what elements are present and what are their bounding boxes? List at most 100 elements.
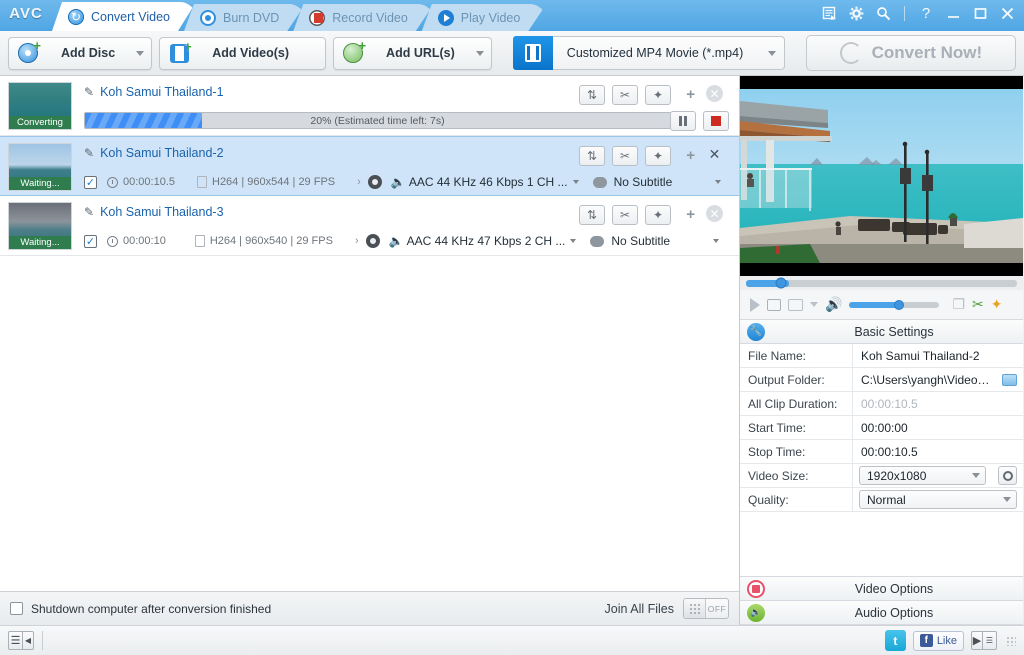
chevron-down-icon[interactable] bbox=[713, 239, 719, 243]
wrench-icon bbox=[747, 323, 765, 341]
resize-grip[interactable] bbox=[1006, 636, 1016, 646]
video-size-select[interactable]: 1920x1080 bbox=[859, 466, 986, 485]
setting-value[interactable]: 00:00:00 bbox=[853, 421, 1023, 435]
seek-handle[interactable] bbox=[776, 278, 787, 289]
facebook-like-button[interactable]: f Like bbox=[913, 631, 964, 651]
subtitle-value[interactable]: No Subtitle bbox=[611, 234, 670, 248]
setting-value[interactable]: C:\Users\yangh\Videos... bbox=[853, 373, 1023, 387]
tab-record-video[interactable]: Record Video bbox=[293, 4, 434, 31]
convert-arrows-icon[interactable]: ⇅ bbox=[579, 146, 605, 166]
crop-icon[interactable]: ❐ bbox=[952, 296, 965, 313]
tab-play-video[interactable]: Play Video bbox=[422, 4, 547, 31]
quality-select[interactable]: Normal bbox=[859, 490, 1017, 509]
add-videos-button[interactable]: + Add Video(s) bbox=[159, 37, 326, 70]
audio-track-value[interactable]: AAC 44 KHz 46 Kbps 1 CH ... bbox=[409, 175, 568, 189]
audio-track-value[interactable]: AAC 44 KHz 47 Kbps 2 CH ... bbox=[407, 234, 566, 248]
main-toolbar: + Add Disc + Add Video(s) + Add URL(s) C… bbox=[0, 31, 1024, 76]
folder-browse-icon[interactable] bbox=[1002, 374, 1017, 386]
scissors-icon[interactable]: ✂ bbox=[612, 85, 638, 105]
app-logo: AVC bbox=[0, 0, 52, 31]
add-urls-button[interactable]: + Add URL(s) bbox=[333, 37, 492, 70]
gear-icon[interactable] bbox=[847, 4, 865, 22]
chevron-down-icon[interactable] bbox=[469, 51, 491, 56]
magic-wand-icon[interactable]: ✦ bbox=[645, 85, 671, 105]
chevron-down-icon[interactable] bbox=[972, 473, 980, 478]
join-all-files-label: Join All Files bbox=[605, 602, 674, 616]
seek-track[interactable] bbox=[746, 280, 1017, 287]
scissors-icon[interactable]: ✂ bbox=[612, 146, 638, 166]
maximize-button[interactable] bbox=[971, 4, 989, 22]
volume-slider[interactable] bbox=[849, 302, 939, 308]
setting-value[interactable]: 00:00:10.5 bbox=[853, 445, 1023, 459]
file-name-link[interactable]: Koh Samui Thailand-1 bbox=[100, 85, 223, 99]
stop-button[interactable] bbox=[703, 111, 729, 131]
convert-arrows-icon[interactable]: ⇅ bbox=[579, 205, 605, 225]
pencil-icon[interactable]: ✎ bbox=[84, 205, 94, 219]
magic-wand-icon[interactable]: ✦ bbox=[645, 146, 671, 166]
pause-button[interactable] bbox=[670, 111, 696, 131]
add-row-icon[interactable]: + bbox=[686, 206, 695, 223]
chevron-down-icon[interactable] bbox=[570, 239, 576, 243]
shutdown-checkbox[interactable] bbox=[10, 602, 23, 615]
table-row[interactable]: Waiting... ✎ Koh Samui Thailand-3 ⇅ ✂ ✦ … bbox=[0, 196, 739, 256]
minimize-button[interactable] bbox=[944, 4, 962, 22]
magic-wand-icon[interactable]: ✦ bbox=[645, 205, 671, 225]
chevron-down-icon[interactable] bbox=[573, 180, 579, 184]
file-list[interactable]: Converting ✎ Koh Samui Thailand-1 ⇅ ✂ ✦ … bbox=[0, 76, 739, 591]
output-format-selector[interactable]: Customized MP4 Movie (*.mp4) bbox=[513, 36, 785, 70]
shutdown-option[interactable]: Shutdown computer after conversion finis… bbox=[10, 602, 271, 616]
stop-button[interactable] bbox=[767, 299, 781, 311]
join-all-files-toggle[interactable]: OFF bbox=[683, 598, 729, 619]
close-button[interactable] bbox=[998, 4, 1016, 22]
add-disc-button[interactable]: + Add Disc bbox=[8, 37, 152, 70]
play-button[interactable] bbox=[750, 298, 760, 312]
remove-row-icon[interactable]: ✕ bbox=[706, 146, 723, 163]
chevron-down-icon[interactable] bbox=[768, 51, 776, 56]
settings-gear-icon[interactable] bbox=[368, 175, 382, 189]
chevron-down-icon[interactable] bbox=[810, 302, 818, 307]
video-preview[interactable] bbox=[740, 76, 1023, 276]
magnifier-icon[interactable] bbox=[874, 4, 892, 22]
tab-convert-video[interactable]: Convert Video bbox=[52, 2, 196, 31]
chevron-down-icon[interactable] bbox=[1003, 497, 1011, 502]
audio-options-header[interactable]: Audio Options bbox=[740, 601, 1023, 625]
pencil-icon[interactable]: ✎ bbox=[84, 85, 94, 99]
row-checkbox[interactable]: ✓ bbox=[84, 176, 97, 189]
subtitle-value[interactable]: No Subtitle bbox=[614, 175, 673, 189]
duration-value: 00:00:10 bbox=[123, 235, 166, 247]
add-row-icon[interactable]: + bbox=[686, 86, 695, 103]
table-row[interactable]: Waiting... ✎ Koh Samui Thailand-2 ⇅ ✂ ✦ … bbox=[0, 136, 739, 196]
convert-now-button[interactable]: Convert Now! bbox=[806, 35, 1016, 71]
panel-toggle[interactable]: ▶ ☰ bbox=[971, 631, 997, 650]
file-name-link[interactable]: Koh Samui Thailand-2 bbox=[100, 146, 223, 160]
scissors-icon[interactable]: ✂ bbox=[612, 205, 638, 225]
magic-wand-icon[interactable]: ✦ bbox=[991, 296, 1003, 313]
notes-icon[interactable] bbox=[820, 4, 838, 22]
row-checkbox[interactable]: ✓ bbox=[84, 235, 97, 248]
remove-row-icon[interactable]: ✕ bbox=[706, 85, 723, 102]
speaker-icon: 🔈 bbox=[389, 235, 402, 248]
twitter-icon[interactable]: t bbox=[885, 630, 906, 651]
setting-value[interactable]: Koh Samui Thailand-2 bbox=[853, 349, 1023, 363]
file-name-link[interactable]: Koh Samui Thailand-3 bbox=[100, 205, 223, 219]
remove-row-icon[interactable]: ✕ bbox=[706, 205, 723, 222]
add-row-icon[interactable]: + bbox=[686, 147, 695, 164]
chevron-down-icon[interactable] bbox=[715, 180, 721, 184]
video-size-settings-button[interactable] bbox=[998, 466, 1017, 485]
convert-arrows-icon[interactable]: ⇅ bbox=[579, 85, 605, 105]
preview-seek-bar[interactable] bbox=[740, 276, 1023, 290]
help-button[interactable]: ? bbox=[917, 4, 935, 22]
video-options-header[interactable]: Video Options bbox=[740, 577, 1023, 601]
volume-icon[interactable]: 🔊 bbox=[825, 296, 842, 313]
format-dropdown[interactable]: Customized MP4 Movie (*.mp4) bbox=[553, 36, 785, 70]
task-list-toggle[interactable]: ☰ ◀ bbox=[8, 631, 34, 650]
toggle-state-label: OFF bbox=[706, 599, 728, 618]
table-row[interactable]: Converting ✎ Koh Samui Thailand-1 ⇅ ✂ ✦ … bbox=[0, 76, 739, 136]
pencil-icon[interactable]: ✎ bbox=[84, 146, 94, 160]
chevron-down-icon[interactable] bbox=[129, 51, 151, 56]
tab-burn-dvd[interactable]: Burn DVD bbox=[184, 4, 305, 31]
volume-handle[interactable] bbox=[894, 300, 904, 310]
snapshot-icon[interactable] bbox=[788, 299, 803, 311]
settings-gear-icon[interactable] bbox=[366, 234, 380, 248]
scissors-icon[interactable]: ✂ bbox=[972, 296, 984, 313]
